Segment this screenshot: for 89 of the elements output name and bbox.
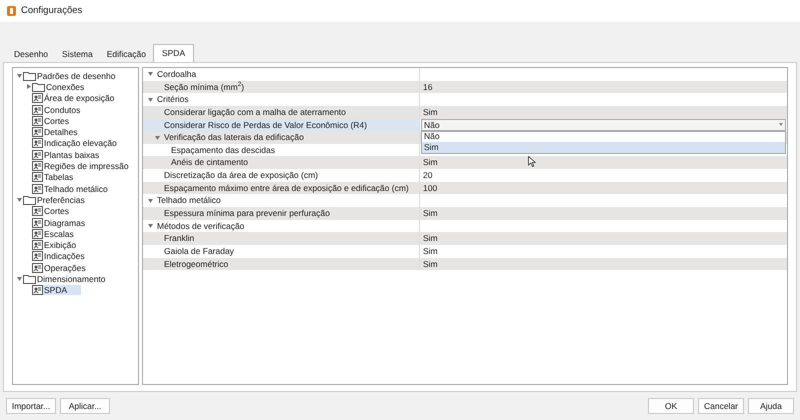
expand-caret-icon[interactable] <box>17 276 22 281</box>
tree-item[interactable]: Preferências <box>36 194 86 205</box>
property-label: Espessura mínima para prevenir perfuração <box>163 207 330 220</box>
footer-button[interactable]: Importar... <box>6 398 56 414</box>
tree-item[interactable]: Plantas baixas <box>43 150 100 160</box>
document-icon <box>32 150 43 160</box>
document-icon <box>32 138 43 148</box>
document-icon <box>32 262 43 273</box>
expand-caret-icon[interactable] <box>148 198 153 203</box>
folder-icon <box>23 194 36 205</box>
category-label: Critérios <box>156 93 189 106</box>
dropdown-caret-icon[interactable] <box>777 122 785 127</box>
expand-caret-icon[interactable] <box>17 74 22 78</box>
tree-item[interactable]: Indicações <box>43 251 86 262</box>
mouse-cursor-icon <box>528 156 536 167</box>
document-icon <box>32 127 43 138</box>
property-label: Considerar Risco de Perdas de Valor Econômico (R4) <box>163 118 367 132</box>
tree-item[interactable]: Cortes <box>43 206 70 216</box>
tree-item[interactable]: Regiões de impressão <box>43 161 130 172</box>
property-label: Discretização da área de exposição (cm) <box>163 169 318 182</box>
property-value: Sim <box>423 258 438 270</box>
property-label: Anéis de cintamento <box>170 156 248 170</box>
app-icon <box>7 6 16 16</box>
folder-icon <box>32 82 45 92</box>
property-label: Considerar ligação com a malha de aterramento <box>163 106 346 119</box>
property-value: Sim <box>423 232 438 246</box>
category-label: Métodos de verificação <box>156 220 244 232</box>
document-icon <box>32 172 43 182</box>
category-label: Verificação das laterais da edificação <box>163 131 304 144</box>
tree-item[interactable]: Operações <box>43 262 87 273</box>
tab[interactable]: Sistema <box>55 47 100 62</box>
document-icon <box>32 93 43 104</box>
tree-item[interactable]: Diagramas <box>43 218 86 228</box>
property-value: Sim <box>423 244 438 258</box>
tree-item[interactable]: Cortes <box>43 116 70 126</box>
window-title: Configurações <box>21 4 82 18</box>
category-label: Telhado metálico <box>156 194 221 208</box>
dropdown-option[interactable]: Sim <box>422 142 785 153</box>
expand-caret-icon[interactable] <box>155 136 160 140</box>
tree-item[interactable]: Área de exposição <box>43 93 116 104</box>
expand-caret-icon[interactable] <box>148 98 153 102</box>
property-value: Sim <box>423 156 438 170</box>
property-label: Gaiola de Faraday <box>163 244 234 258</box>
footer-button[interactable]: Ajuda <box>748 398 794 414</box>
tree-item[interactable]: Dimensionamento <box>36 274 107 284</box>
document-icon <box>32 206 43 216</box>
tree-item[interactable]: Condutos <box>43 104 82 115</box>
property-value: 100 <box>423 182 438 194</box>
dropdown-field[interactable]: Não <box>421 118 786 132</box>
tree-item[interactable]: Tabelas <box>43 172 74 182</box>
tree-item[interactable]: Indicação elevação <box>43 138 118 148</box>
folder-icon <box>23 70 36 81</box>
tree-item[interactable]: Padrões de desenho <box>36 70 116 81</box>
property-label: Espaçamento das descidas <box>170 144 275 157</box>
tab[interactable]: SPDA <box>152 44 194 62</box>
document-icon <box>32 104 43 115</box>
tab[interactable]: Desenho <box>7 47 56 62</box>
footer-button[interactable]: OK <box>648 398 694 414</box>
property-label: Seção mínima (mm$^{2}$) <box>163 80 244 94</box>
document-icon <box>32 251 43 262</box>
tree-item[interactable]: Exibição <box>43 240 78 250</box>
property-value: Sim <box>423 106 438 119</box>
category-label: Cordoalha <box>156 68 196 81</box>
document-icon <box>32 285 43 296</box>
property-label: Espaçamento máximo entre área de exposição e edificação (cm) <box>163 182 409 194</box>
property-label: Eletrogeométrico <box>163 258 228 270</box>
folder-icon <box>23 274 36 284</box>
property-label: Franklin <box>163 232 194 246</box>
expand-caret-icon[interactable] <box>148 72 153 76</box>
property-value: 20 <box>423 169 432 182</box>
tree-item[interactable]: Telhado metálico <box>43 184 109 194</box>
property-value: Sim <box>423 207 438 220</box>
property-value: 16 <box>423 80 432 94</box>
expand-caret-icon[interactable] <box>17 198 22 202</box>
footer-button[interactable]: Cancelar <box>698 398 744 414</box>
expand-caret-icon[interactable] <box>148 224 153 228</box>
footer-button[interactable]: Aplicar... <box>60 398 110 414</box>
document-icon <box>32 218 43 228</box>
tree-item[interactable]: Escalas <box>43 228 75 239</box>
document-icon <box>32 161 43 172</box>
document-icon <box>32 228 43 239</box>
tree-item[interactable]: SPDA <box>43 285 82 296</box>
document-icon <box>32 184 43 194</box>
tree-item[interactable]: Conexões <box>45 82 86 92</box>
tree-item[interactable]: Detalhes <box>43 127 79 138</box>
document-icon <box>32 116 43 126</box>
tab[interactable]: Edificação <box>100 47 153 62</box>
document-icon <box>32 240 43 250</box>
dropdown-option[interactable]: Não <box>422 132 785 142</box>
